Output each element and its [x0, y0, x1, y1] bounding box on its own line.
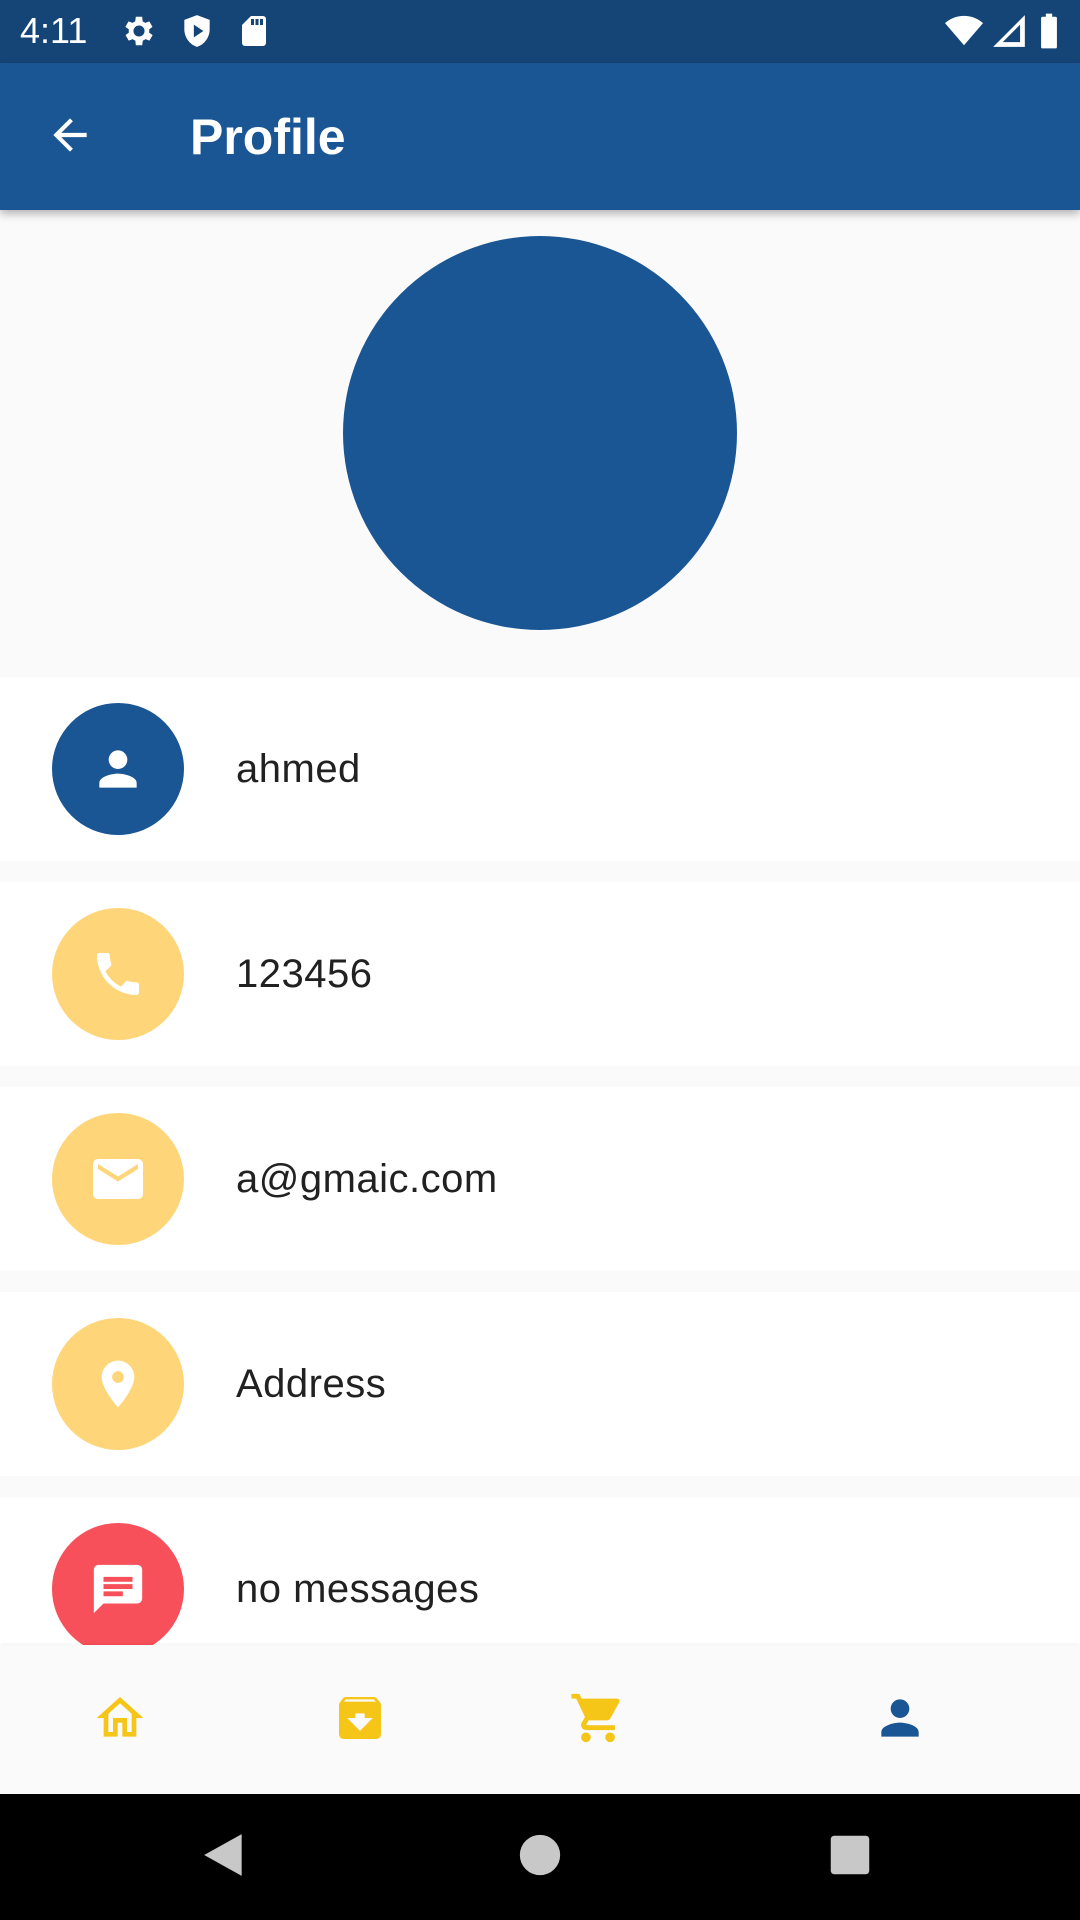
system-back-button[interactable] — [195, 1827, 255, 1887]
wifi-icon — [942, 12, 986, 55]
profile-email-value: a@gmaic.com — [236, 1157, 498, 1201]
profile-row-email[interactable]: a@gmaic.com — [0, 1087, 1080, 1271]
cart-icon — [569, 1689, 627, 1752]
system-navigation-bar — [0, 1794, 1080, 1920]
system-recents-button[interactable] — [820, 1827, 880, 1887]
battery-icon — [1038, 12, 1060, 55]
system-home-button[interactable] — [510, 1827, 570, 1887]
nav-cart[interactable] — [563, 1685, 633, 1755]
status-time: 4:11 — [20, 10, 88, 51]
location-pin-icon — [52, 1318, 184, 1450]
page-title: Profile — [190, 109, 346, 165]
sd-card-icon — [236, 12, 272, 55]
profile-messages-value: no messages — [236, 1567, 480, 1611]
nav-home[interactable] — [85, 1685, 155, 1755]
phone-icon — [52, 908, 184, 1040]
shield-play-icon — [178, 12, 216, 55]
avatar[interactable] — [343, 236, 737, 630]
back-button[interactable] — [42, 109, 98, 165]
home-icon — [92, 1690, 148, 1751]
mail-icon — [52, 1113, 184, 1245]
nav-orders[interactable] — [325, 1685, 395, 1755]
person-icon — [872, 1690, 928, 1751]
profile-phone-value: 123456 — [236, 952, 373, 996]
profile-row-address[interactable]: Address — [0, 1292, 1080, 1476]
avatar-section — [0, 210, 1080, 675]
archive-download-icon — [332, 1690, 388, 1751]
profile-row-phone[interactable]: 123456 — [0, 882, 1080, 1066]
signal-icon — [990, 12, 1028, 55]
recents-square-icon — [829, 1834, 871, 1881]
profile-name-value: ahmed — [236, 747, 361, 791]
profile-screen: 4:11 Profile ahmed 123456 a@gmaic.com Ad… — [0, 0, 1080, 1920]
profile-address-value: Address — [236, 1362, 387, 1406]
app-bar: Profile — [0, 63, 1080, 210]
person-icon — [52, 703, 184, 835]
gear-icon — [120, 12, 158, 55]
arrow-back-icon — [45, 110, 95, 165]
status-bar: 4:11 — [0, 0, 1080, 63]
home-circle-icon — [518, 1833, 562, 1882]
bottom-navigation — [0, 1645, 1080, 1794]
profile-row-name[interactable]: ahmed — [0, 677, 1080, 861]
chat-message-icon — [52, 1523, 184, 1655]
back-triangle-icon — [200, 1830, 250, 1885]
nav-profile[interactable] — [865, 1685, 935, 1755]
